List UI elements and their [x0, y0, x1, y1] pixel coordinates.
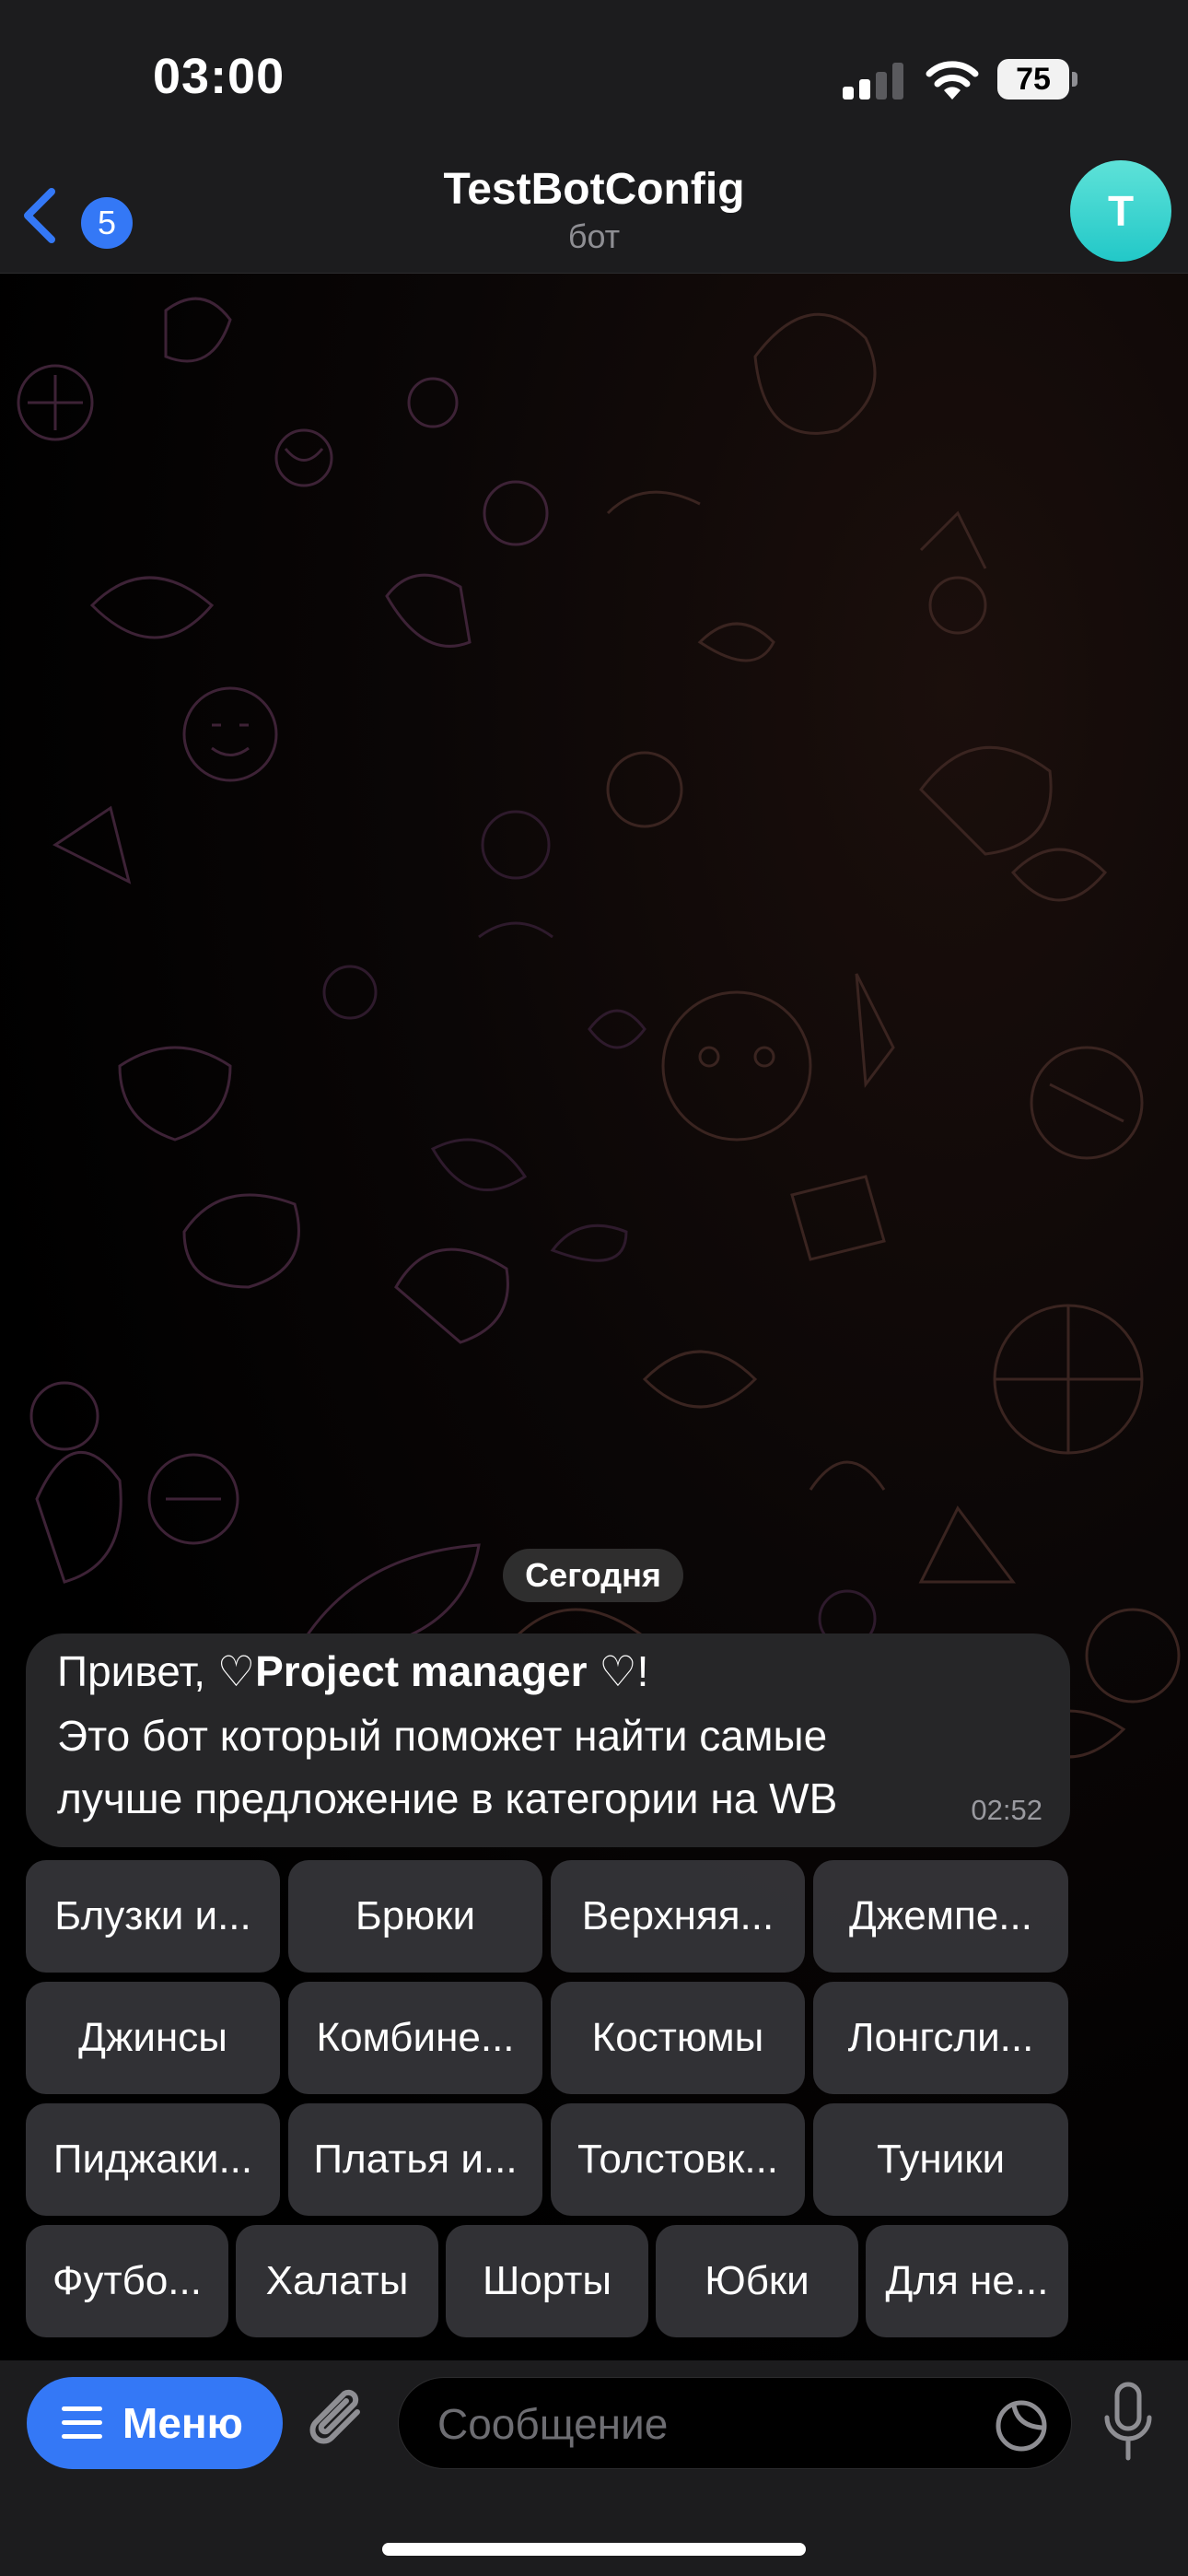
signal-icon — [843, 63, 903, 100]
battery-icon: 75 — [997, 59, 1077, 100]
message-input[interactable] — [436, 2378, 955, 2470]
keyboard-button[interactable]: Джемпе... — [813, 1860, 1068, 1973]
keyboard-button[interactable]: Шорты — [446, 2225, 648, 2337]
keyboard-button[interactable]: Футбо... — [26, 2225, 228, 2337]
message-time: 02:52 — [971, 1794, 1042, 1826]
keyboard-button[interactable]: Комбине... — [288, 1982, 542, 2094]
chat-subtitle: бот — [567, 217, 621, 255]
battery-percent: 75 — [1016, 62, 1051, 97]
sticker-icon[interactable] — [994, 2398, 1049, 2453]
message-line-2: Это бот который поможет найти самые — [57, 1712, 828, 1760]
avatar[interactable]: T — [1070, 160, 1171, 262]
heart-left: ♡ — [216, 1647, 256, 1695]
attach-icon[interactable] — [304, 2384, 376, 2460]
keyboard-button[interactable]: Юбки — [656, 2225, 858, 2337]
menu-label: Меню — [122, 2399, 243, 2447]
date-separator: Сегодня — [503, 1549, 683, 1602]
keyboard-button[interactable]: Для не... — [866, 2225, 1068, 2337]
keyboard-button[interactable]: Костюмы — [551, 1982, 805, 2094]
mic-icon[interactable] — [1101, 2381, 1155, 2464]
message-line-3: лучше предложение в категории на WB — [57, 1774, 838, 1822]
message-bubble[interactable]: Привет, ♡Project manager ♡! Это бот кото… — [26, 1633, 1070, 1847]
keyboard-button[interactable]: Пиджаки... — [26, 2103, 280, 2216]
message-input-container — [398, 2377, 1072, 2470]
keyboard-button[interactable]: Верхняя... — [551, 1860, 805, 1973]
keyboard-button[interactable]: Джинсы — [26, 1982, 280, 2094]
greeting-prefix: Привет, — [57, 1647, 217, 1695]
keyboard-button[interactable]: Лонгсли... — [813, 1982, 1068, 2094]
keyboard-button[interactable]: Халаты — [236, 2225, 438, 2337]
menu-icon — [62, 2406, 102, 2440]
home-indicator — [382, 2543, 806, 2556]
chat-header: 5 TestBotConfig бот T — [0, 157, 1188, 274]
menu-button[interactable]: Меню — [27, 2377, 283, 2469]
message-line-1: Привет, ♡Project manager ♡! — [57, 1646, 648, 1696]
keyboard-button[interactable]: Толстовк... — [551, 2103, 805, 2216]
user-name: Project manager — [255, 1647, 588, 1695]
status-bar: 03:00 75 — [0, 0, 1188, 157]
keyboard-button[interactable]: Блузки и... — [26, 1860, 280, 1973]
wifi-icon — [926, 61, 979, 100]
keyboard-button[interactable]: Платья и... — [288, 2103, 542, 2216]
chat-title[interactable]: TestBotConfig — [0, 164, 1188, 215]
status-time: 03:00 — [153, 49, 285, 104]
keyboard-button[interactable]: Брюки — [288, 1860, 542, 1973]
keyboard-button[interactable]: Туники — [813, 2103, 1068, 2216]
chat-area[interactable]: Сегодня Привет, ♡Project manager ♡! Это … — [0, 274, 1188, 2360]
heart-right: ♡! — [587, 1647, 649, 1695]
